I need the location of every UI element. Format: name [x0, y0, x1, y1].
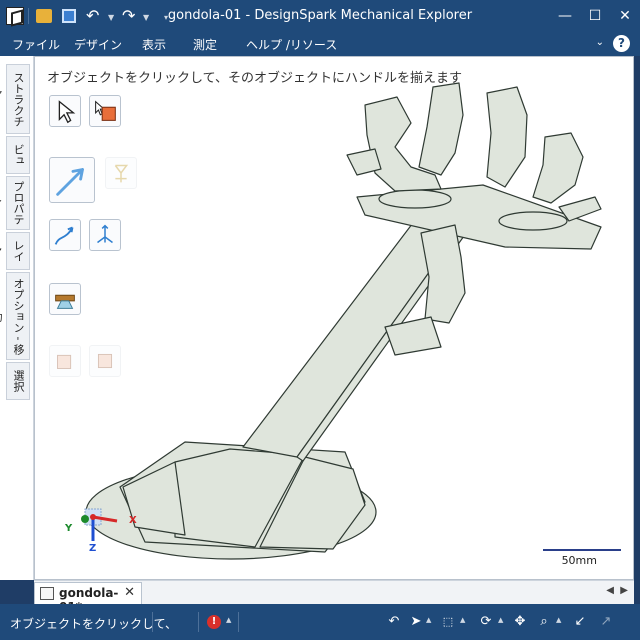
previous-view-icon[interactable]: ↗ [596, 612, 616, 632]
axis-label-z: Z [89, 543, 97, 554]
tab-properties[interactable]: プロパティ [0, 176, 30, 230]
axis-label-y: Y [65, 523, 73, 534]
tab-layers[interactable]: レイヤ [0, 232, 30, 270]
move-arrow-tool-icon [56, 168, 84, 196]
along-trajectory-tool-icon [54, 226, 74, 245]
complete-tool-button[interactable] [89, 345, 121, 377]
select-tool-button[interactable] [49, 95, 81, 127]
next-view-icon[interactable]: ↙ [570, 612, 590, 632]
minimize-button[interactable]: — [550, 0, 580, 32]
menu-file[interactable]: ファイル [12, 36, 60, 53]
tab-selection[interactable]: 選択 [6, 362, 30, 400]
pivot-tool-icon [97, 224, 113, 244]
tab-scroll-left-icon[interactable]: ◀ [606, 585, 614, 596]
status-bar: オブジェクトをクリックして、 ! ▲ ↶ ➤ ▲ ⬚ ▲ ⟳ ▲ ✥ ⌕ ▲ ↙… [0, 604, 640, 640]
select-box-icon[interactable]: ⬚ [438, 612, 458, 632]
seat-right [486, 86, 528, 188]
seat-right-back [532, 132, 584, 204]
menu-design[interactable]: デザイン [74, 36, 122, 53]
pivot-tool-button[interactable] [89, 219, 121, 251]
seat-left-back [418, 82, 464, 176]
platform-disc-left [378, 189, 452, 209]
design-canvas[interactable]: オブジェクトをクリックして、そのオブジェクトにハンドルを揃えます X Y Z 5… [34, 56, 634, 580]
complete-tool-icon [97, 353, 113, 369]
scale-bar [543, 549, 621, 551]
anchor-tool-icon [114, 164, 129, 183]
zoom-dropdown-icon[interactable]: ▲ [556, 616, 561, 624]
zoom-icon[interactable]: ⌕ [534, 612, 554, 632]
error-dropdown-icon[interactable]: ▲ [226, 616, 231, 624]
title-bar: ↶ ▼ ↷ ▼ ▾ gondola-01 - DesignSpark Mecha… [0, 0, 640, 32]
document-tab[interactable]: gondola-01* ✕ [34, 582, 142, 614]
document-icon [40, 587, 54, 600]
axis-triad: X Y Z [63, 503, 143, 563]
help-icon[interactable]: ? [613, 35, 630, 52]
spin-icon[interactable]: ⟳ [476, 612, 496, 632]
pan-icon[interactable]: ✥ [510, 612, 530, 632]
triad-origin [90, 514, 96, 520]
ruler-dimension-tool-icon [55, 294, 75, 302]
undo-rotate-icon[interactable]: ↶ [384, 612, 404, 632]
anchor-tool-button[interactable] [105, 157, 137, 189]
status-divider [198, 612, 199, 632]
select-tool-icon [58, 100, 76, 124]
close-tab-icon[interactable]: ✕ [124, 585, 135, 600]
maximize-button[interactable]: ☐ [580, 0, 610, 32]
select-box-dropdown-icon[interactable]: ▲ [460, 616, 465, 624]
document-tab-bar: gondola-01* ✕ ◀ ▶ [34, 580, 634, 614]
scale-label: 50mm [561, 554, 597, 567]
tab-options-move[interactable]: オプション - 移動 [0, 272, 30, 360]
error-icon[interactable]: ! [207, 615, 221, 629]
move-tool-button[interactable] [49, 157, 95, 203]
along-trajectory-tool-button[interactable] [49, 219, 81, 251]
window-title: gondola-01 - DesignSpark Mechanical Expl… [167, 8, 473, 23]
spin-dropdown-icon[interactable]: ▲ [498, 616, 503, 624]
menu-help-resources[interactable]: ヘルプ /リソース [246, 36, 337, 53]
triad-y-axis [81, 515, 89, 523]
select-icon[interactable]: ➤ [406, 612, 426, 632]
axis-label-x: X [129, 515, 137, 526]
select-component-tool-button[interactable] [89, 95, 121, 127]
platform-disc-right [498, 211, 568, 231]
collapse-ribbon-icon[interactable]: ⌄ [596, 37, 604, 48]
menu-measure[interactable]: 測定 [193, 36, 217, 53]
menu-bar: ファイル デザイン 表示 測定 ヘルプ /リソース ⌄ ? [0, 32, 640, 56]
ruler-tool-button[interactable] [49, 283, 81, 315]
tab-scroll-right-icon[interactable]: ▶ [620, 585, 628, 596]
create-pattern-tool-icon [57, 354, 72, 369]
menu-display[interactable]: 表示 [142, 36, 166, 53]
select-dropdown-icon[interactable]: ▲ [426, 616, 431, 624]
ruler-base-icon [56, 300, 74, 309]
tab-view[interactable]: ビュー [0, 136, 30, 174]
side-panel-tabs: ストラクチャー ビュー プロパティ レイヤ オプション - 移動 選択 [0, 56, 34, 580]
status-divider [238, 612, 239, 632]
close-window-button[interactable]: ✕ [610, 0, 640, 32]
status-divider [152, 612, 153, 632]
tab-structure[interactable]: ストラクチャー [0, 64, 30, 134]
create-pattern-tool-button[interactable] [49, 345, 81, 377]
